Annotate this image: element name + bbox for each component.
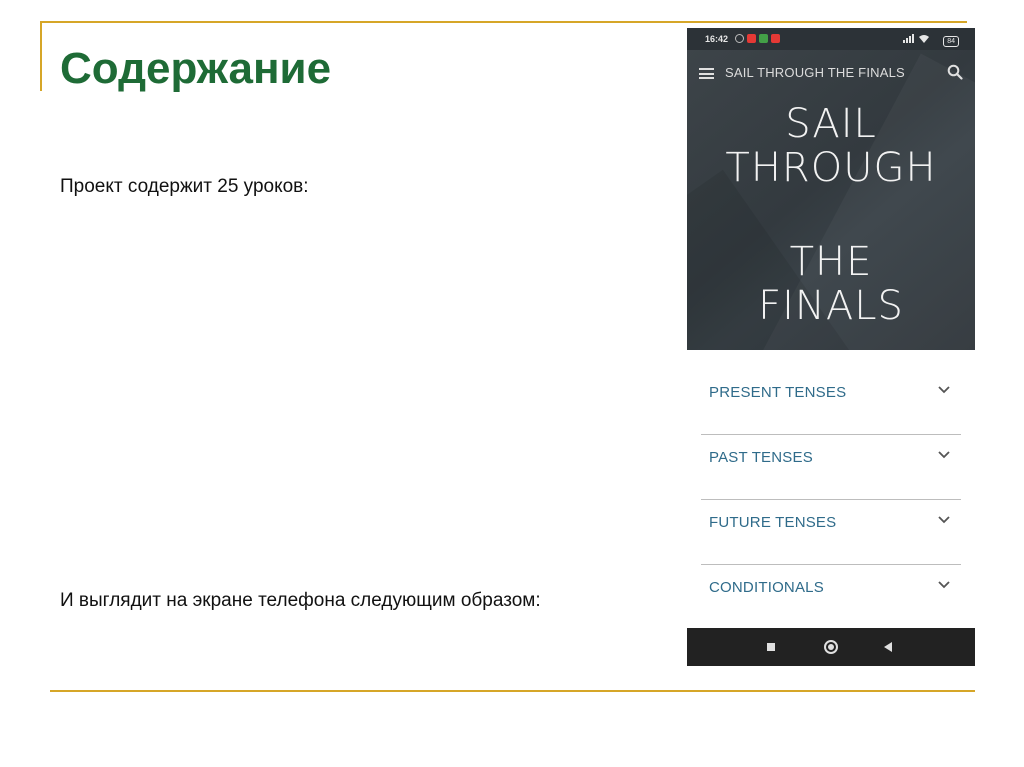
phone-screen-caption: И выглядит на экране телефона следующим … [60, 590, 541, 611]
app-bar-title: SAIL THROUGH THE FINALS [725, 65, 905, 80]
top-divider [40, 21, 967, 23]
youtube-icon [771, 34, 780, 43]
signal-wifi-icon [902, 34, 929, 43]
notification-icons [735, 34, 780, 43]
chevron-down-icon [938, 451, 950, 459]
status-bar: 16:42 84 [687, 28, 975, 50]
system-nav-bar [687, 628, 975, 666]
notification-icon [735, 34, 744, 43]
status-time: 16:42 [705, 34, 729, 44]
app-bar: SAIL THROUGH THE FINALS [687, 50, 975, 94]
left-accent-bar [40, 21, 42, 91]
lessons-count-text: Проект содержит 25 уроков: [60, 176, 309, 197]
home-circle-icon[interactable] [824, 640, 838, 654]
section-present-tenses[interactable]: PRESENT TENSES [701, 370, 961, 435]
hero-title-line: THROUGH [725, 145, 937, 191]
app-hero-banner: SAIL THROUGH THE FINALS SAIL THROUGH THE… [687, 50, 975, 350]
section-label: FUTURE TENSES [709, 514, 837, 531]
youtube-icon [747, 34, 756, 43]
section-label: PRESENT TENSES [709, 384, 847, 401]
section-label: CONDITIONALS [709, 579, 824, 596]
system-icons: 84 [902, 34, 959, 47]
section-future-tenses[interactable]: FUTURE TENSES [701, 500, 961, 565]
hero-title-line: THE [789, 239, 873, 285]
chevron-down-icon [938, 516, 950, 524]
section-conditionals[interactable]: CONDITIONALS [701, 565, 961, 630]
app-icon [759, 34, 768, 43]
recents-square-icon[interactable] [767, 643, 775, 651]
phone-screenshot: 16:42 84 SAIL THROUGH THE FINALS SAIL TH… [687, 28, 975, 666]
search-icon[interactable] [947, 64, 963, 80]
sections-accordion: PRESENT TENSES PAST TENSES FUTURE TENSES… [701, 370, 961, 630]
hero-title-line: FINALS [758, 283, 904, 329]
chevron-down-icon [938, 386, 950, 394]
bottom-divider [50, 690, 975, 692]
menu-icon[interactable] [699, 68, 714, 79]
section-past-tenses[interactable]: PAST TENSES [701, 435, 961, 500]
back-triangle-icon[interactable] [884, 642, 892, 652]
hero-title-line: SAIL [785, 101, 877, 147]
chevron-down-icon [938, 581, 950, 589]
section-label: PAST TENSES [709, 449, 813, 466]
slide-title: Содержание [60, 44, 332, 93]
battery-icon: 84 [943, 36, 959, 47]
